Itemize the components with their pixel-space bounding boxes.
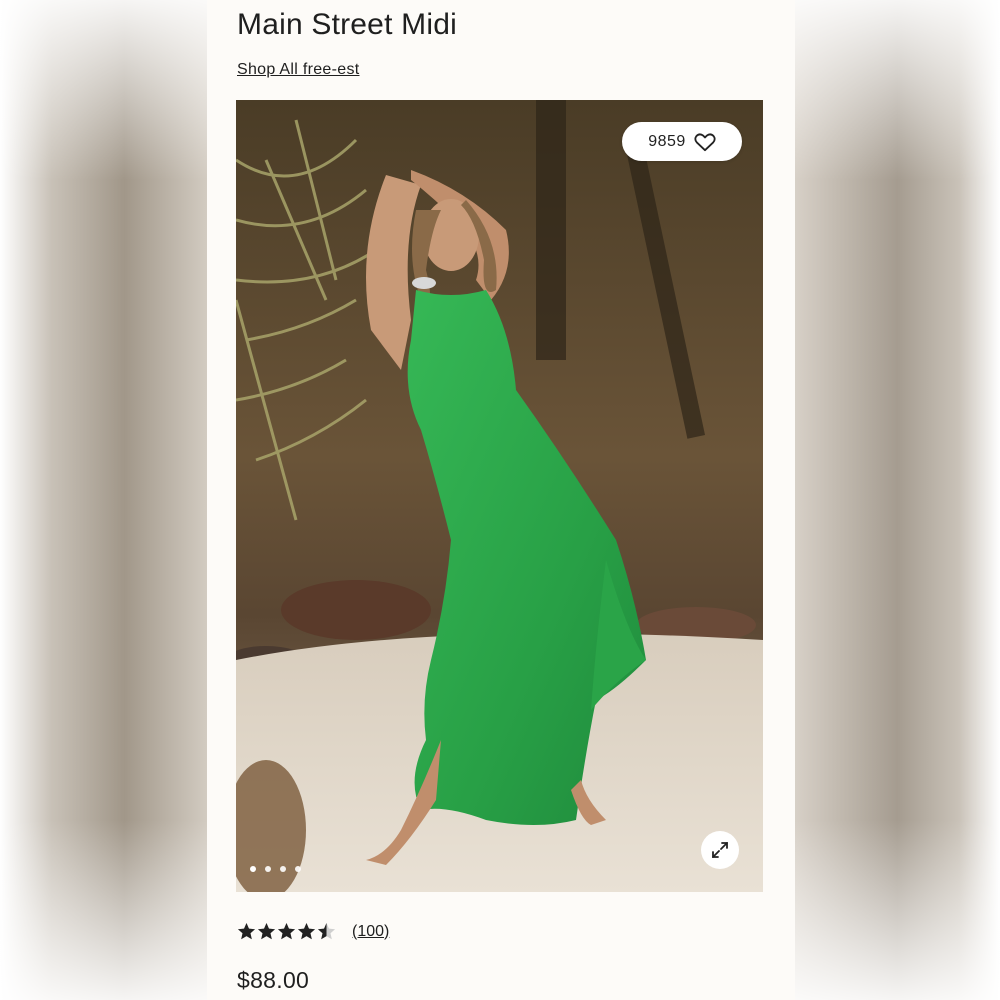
product-title: Main Street Midi <box>237 8 457 41</box>
carousel-dot[interactable] <box>295 866 301 872</box>
heart-icon <box>694 132 716 152</box>
carousel-dot[interactable] <box>265 866 271 872</box>
background-left <box>0 0 207 1000</box>
carousel-dots <box>250 866 301 872</box>
favorite-count: 9859 <box>648 132 686 150</box>
expand-image-button[interactable] <box>701 831 739 869</box>
star-icon <box>277 922 296 940</box>
review-count-link[interactable]: (100) <box>352 923 389 941</box>
product-image[interactable]: 9859 <box>236 100 763 892</box>
carousel-dot[interactable] <box>280 866 286 872</box>
star-rating <box>237 922 336 941</box>
shop-brand-link[interactable]: Shop All free-est <box>237 61 360 79</box>
product-rating: (100) <box>237 922 389 941</box>
expand-arrows-icon <box>710 840 730 860</box>
product-photo <box>236 100 763 892</box>
carousel-dot[interactable] <box>250 866 256 872</box>
star-icon <box>317 922 336 940</box>
product-price: $88.00 <box>237 967 310 993</box>
star-icon <box>257 922 276 940</box>
favorite-button[interactable]: 9859 <box>622 122 742 161</box>
star-icon <box>297 922 316 940</box>
product-panel: Main Street Midi Shop All free-est 9859 … <box>207 0 795 1000</box>
background-right <box>795 0 1000 1000</box>
star-icon <box>237 922 256 940</box>
